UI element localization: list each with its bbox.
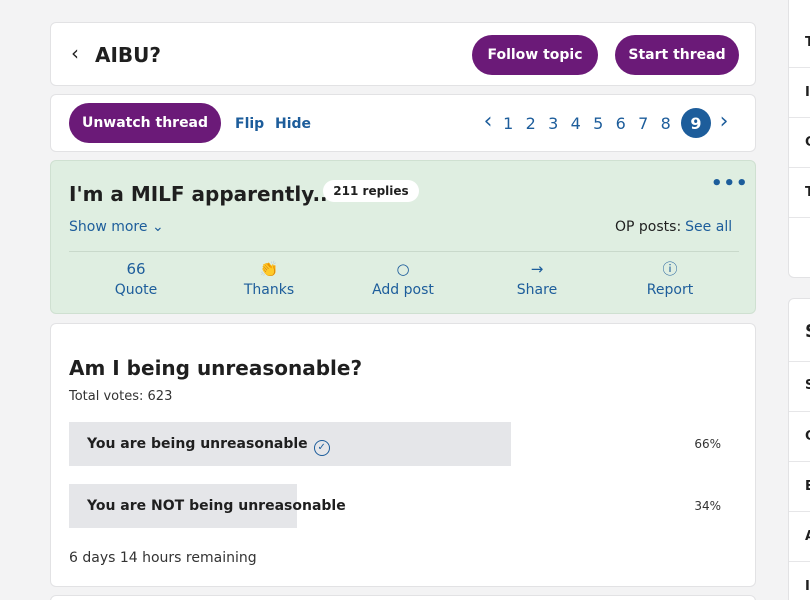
see-all-link[interactable]: See all [685, 219, 732, 235]
poll-option-label-wrap: You are being unreasonable ✓ [87, 436, 330, 456]
poll-option-percent: 66% [694, 437, 721, 451]
divider [789, 561, 810, 562]
poll-option[interactable]: You are being unreasonable ✓ 66% [69, 422, 739, 466]
add-post-action[interactable]: ○ Add post [353, 259, 453, 298]
page-link[interactable]: 1 [497, 114, 520, 133]
poll-question: Am I being unreasonable? [69, 356, 363, 380]
poll-total-votes: Total votes: 623 [69, 389, 173, 404]
report-label: Report [646, 282, 694, 298]
topic-header: ‹ AIBU? Follow topic Start thread [50, 22, 756, 86]
start-thread-button[interactable]: Start thread [615, 35, 739, 75]
next-post-card [50, 595, 756, 600]
sidebar-panel: T I C T [788, 0, 810, 278]
speech-bubble-icon: ○ [396, 260, 410, 278]
next-page-chevron-icon[interactable]: › [715, 109, 733, 134]
show-more-toggle[interactable]: Show more ⌄ [69, 219, 164, 235]
show-more-label: Show more [69, 219, 148, 235]
sidebar-item[interactable]: E [805, 479, 810, 494]
check-circle-icon: ✓ [313, 440, 330, 456]
share-action[interactable]: → Share [487, 259, 587, 298]
topic-title[interactable]: AIBU? [95, 43, 161, 67]
op-posts-label: OP posts: [615, 219, 682, 235]
divider [789, 117, 810, 118]
clap-icon: 👏 [259, 260, 279, 278]
poll-option-label: You are being unreasonable [87, 436, 308, 452]
quote-label: Quote [114, 282, 158, 298]
thread-title: I'm a MILF apparently... [69, 182, 336, 206]
sidebar-item[interactable]: S [805, 378, 810, 393]
divider [789, 361, 810, 362]
back-chevron-icon[interactable]: ‹ [71, 41, 79, 65]
op-posts: OP posts: See all [615, 219, 732, 235]
alert-circle-icon: ⓘ [662, 260, 678, 278]
chevron-down-icon: ⌄ [151, 219, 164, 235]
page-link[interactable]: 2 [520, 114, 543, 133]
sidebar-item[interactable]: C [805, 429, 810, 444]
divider [789, 461, 810, 462]
divider [789, 411, 810, 412]
prev-page-chevron-icon[interactable]: ‹ [479, 109, 497, 134]
pagination: ‹ 1 2 3 4 5 6 7 8 9 › [479, 108, 733, 138]
page-link[interactable]: 4 [565, 114, 588, 133]
thread-header: I'm a MILF apparently... 211 replies •••… [50, 160, 756, 314]
poll-option[interactable]: You are NOT being unreasonable 34% [69, 484, 739, 528]
unwatch-thread-button[interactable]: Unwatch thread [69, 103, 221, 143]
page-link[interactable]: 5 [587, 114, 610, 133]
divider [789, 67, 810, 68]
replies-badge: 211 replies [323, 180, 419, 202]
ellipsis-icon[interactable]: ••• [711, 173, 749, 194]
sidebar-item[interactable]: I [805, 85, 810, 100]
sidebar-panel: S S C E A I [788, 298, 810, 600]
divider [789, 167, 810, 168]
thread-controls: Unwatch thread Flip Hide ‹ 1 2 3 4 5 6 7… [50, 94, 756, 152]
poll-option-percent: 34% [694, 499, 721, 513]
page-link[interactable]: 6 [610, 114, 633, 133]
thanks-label: Thanks [243, 282, 295, 298]
current-page[interactable]: 9 [681, 108, 711, 138]
share-arrow-icon: → [530, 260, 544, 278]
sidebar-item[interactable]: A [805, 529, 810, 544]
sidebar-item[interactable]: C [805, 135, 810, 150]
quote-icon: 66 [126, 260, 146, 278]
flip-button[interactable]: Flip [235, 116, 264, 132]
sidebar-item[interactable]: I [805, 579, 810, 594]
page-link[interactable]: 3 [542, 114, 565, 133]
poll-time-remaining: 6 days 14 hours remaining [69, 550, 257, 566]
thanks-action[interactable]: 👏 Thanks [219, 259, 319, 298]
quote-action[interactable]: 66 Quote [86, 259, 186, 298]
hide-button[interactable]: Hide [275, 116, 311, 132]
divider [69, 251, 739, 252]
share-label: Share [516, 282, 558, 298]
sidebar-section-title: S [805, 321, 810, 342]
add-post-label: Add post [372, 282, 434, 298]
page-link[interactable]: 7 [632, 114, 655, 133]
poll: Am I being unreasonable? Total votes: 62… [50, 323, 756, 587]
follow-topic-button[interactable]: Follow topic [472, 35, 598, 75]
page-link[interactable]: 8 [655, 114, 678, 133]
divider [789, 217, 810, 218]
report-action[interactable]: ⓘ Report [620, 259, 720, 298]
divider [789, 511, 810, 512]
sidebar-item[interactable]: T [805, 185, 810, 200]
poll-option-label: You are NOT being unreasonable [87, 498, 346, 514]
sidebar-item[interactable]: T [805, 35, 810, 50]
